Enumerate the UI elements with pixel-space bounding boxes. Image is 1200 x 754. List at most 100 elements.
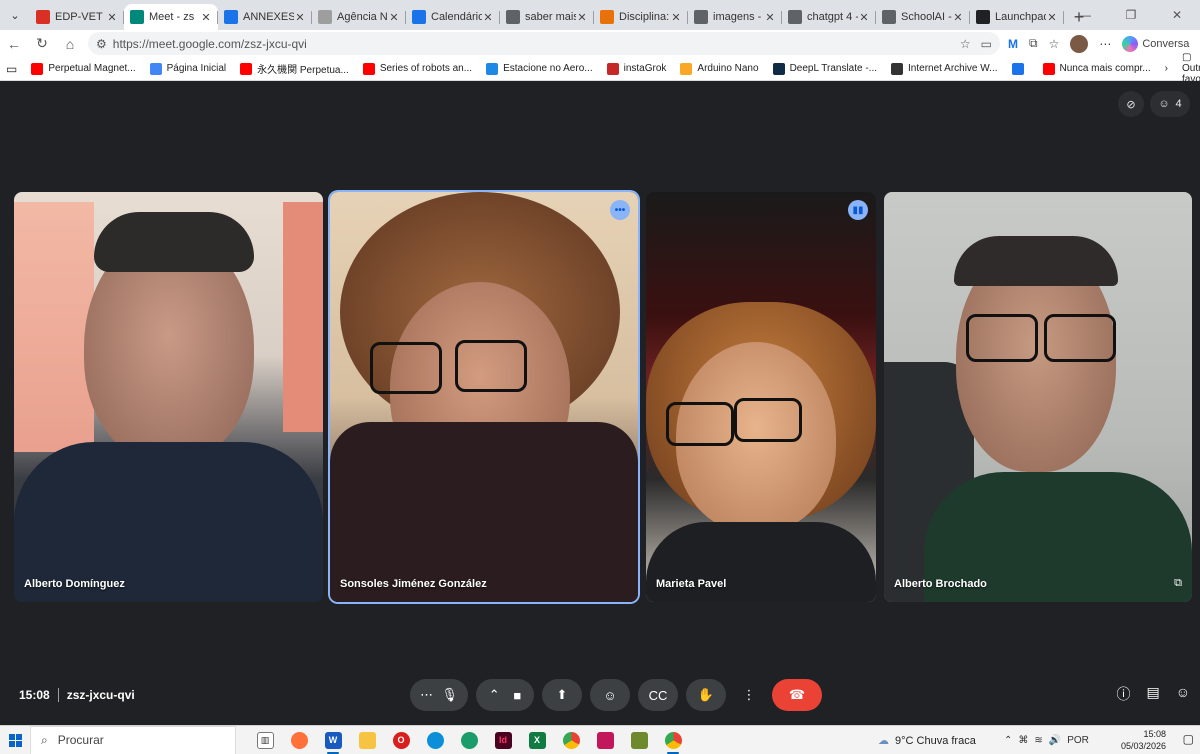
tab-close-icon[interactable]: ✕	[952, 11, 964, 24]
glasses-left	[966, 314, 1038, 362]
app-icon[interactable]	[622, 726, 656, 754]
menu-dots-icon[interactable]: ⋯	[1099, 37, 1111, 51]
browser-tab[interactable]: EDP-VET onli✕	[30, 4, 124, 30]
participant-tile[interactable]: Alberto Domínguez	[14, 192, 323, 602]
bookmark-star-icon[interactable]: ☆	[960, 37, 971, 51]
task-view-icon[interactable]: ▥	[248, 726, 282, 754]
camera-icon[interactable]: ■	[513, 688, 521, 703]
back-icon[interactable]: ←	[0, 30, 28, 57]
tab-close-icon[interactable]: ✕	[1046, 11, 1058, 24]
tab-close-icon[interactable]: ✕	[294, 11, 306, 24]
app-icon[interactable]	[588, 726, 622, 754]
address-bar[interactable]: ⚙ https://meet.google.com/zsz-jxcu-qvi ☆…	[88, 32, 1000, 55]
wifi-icon[interactable]: ≋	[1034, 735, 1042, 746]
emoji-button[interactable]: ☺	[590, 679, 630, 711]
camera-off-indicator-icon[interactable]: ⊘	[1118, 91, 1144, 117]
close-window-icon[interactable]: ✕	[1154, 0, 1200, 30]
favorites-icon[interactable]: ☆	[1049, 37, 1060, 51]
bookmark-item[interactable]: Perpetual Magnet...	[31, 62, 136, 75]
copilot-button[interactable]: Conversa	[1122, 35, 1189, 52]
bookmark-item[interactable]	[1011, 62, 1029, 75]
meeting-details-icon[interactable]: ⓘ	[1116, 684, 1130, 704]
tab-close-icon[interactable]: ✕	[576, 11, 588, 24]
firefox-icon[interactable]	[282, 726, 316, 754]
indesign-icon[interactable]: Id	[486, 726, 520, 754]
home-icon[interactable]: ⌂	[56, 30, 84, 57]
tab-close-icon[interactable]: ✕	[388, 11, 400, 24]
browser-tab[interactable]: saber mais - f✕	[500, 4, 594, 30]
more-options-icon[interactable]: •••	[610, 200, 630, 220]
weather-widget[interactable]: ☁ 9°C Chuva fraca	[878, 726, 976, 754]
browser-tab[interactable]: imagens - Pro✕	[688, 4, 782, 30]
chevron-up-icon[interactable]: ⌃	[489, 687, 500, 703]
tab-close-icon[interactable]: ✕	[106, 11, 118, 24]
bookmark-item[interactable]: Arduino Nano	[680, 62, 759, 75]
chrome-active-icon[interactable]	[656, 726, 690, 754]
bookmark-label: 永久機関 Perpetua...	[257, 65, 349, 76]
bookmark-item[interactable]: Página Inicial	[149, 62, 226, 75]
reload-icon[interactable]: ↻	[28, 30, 56, 57]
extensions-icon[interactable]: ⧉	[1029, 36, 1038, 51]
browser-tab[interactable]: Disciplina: INT✕	[594, 4, 688, 30]
edge-icon[interactable]	[418, 726, 452, 754]
opera-icon[interactable]: O	[384, 726, 418, 754]
site-info-icon[interactable]: ⚙	[96, 37, 107, 51]
bookmark-item[interactable]: Estacione no Aero...	[486, 62, 593, 75]
tab-close-icon[interactable]: ✕	[200, 11, 212, 24]
more-options-button[interactable]: ⋮	[734, 679, 764, 711]
language-indicator[interactable]: POR	[1067, 735, 1089, 746]
bookmark-item[interactable]: Nunca mais compr...	[1042, 62, 1151, 75]
participant-tile[interactable]: ▮▮ Marieta Pavel	[646, 192, 876, 602]
file-explorer-icon[interactable]	[350, 726, 384, 754]
bookmark-item[interactable]: Internet Archive W...	[891, 62, 998, 75]
chat-icon[interactable]: ▤	[1146, 684, 1159, 704]
tab-close-icon[interactable]: ✕	[764, 11, 776, 24]
captions-button[interactable]: CC	[638, 679, 678, 711]
browser-tab[interactable]: ANNEXES - G✕	[218, 4, 312, 30]
taskbar-search[interactable]: ⌕ Procurar	[30, 725, 236, 754]
start-button[interactable]	[0, 726, 30, 754]
browser-tab[interactable]: Agência Naci✕	[312, 4, 406, 30]
restore-icon[interactable]: ❐	[1108, 0, 1154, 30]
bookmark-item[interactable]: DeepL Translate -...	[772, 62, 877, 75]
collections-icon[interactable]: ▭	[6, 62, 17, 76]
browser-tab[interactable]: Calendário Go✕	[406, 4, 500, 30]
bookmark-favicon-icon	[31, 62, 44, 75]
audio-settings-icon[interactable]: ⋯	[420, 687, 433, 703]
browser-tab[interactable]: chatgpt 4 - Pe✕	[782, 4, 876, 30]
bookmark-item[interactable]: 永久機関 Perpetua...	[240, 61, 349, 76]
raise-hand-button[interactable]: ✋	[686, 679, 726, 711]
people-icon[interactable]: ☺	[1176, 684, 1190, 704]
bookmark-item[interactable]: Series of robots an...	[362, 62, 472, 75]
present-screen-button[interactable]: ⬆	[542, 679, 582, 711]
tray-overflow-icon[interactable]: ⌃	[1004, 735, 1012, 746]
notifications-icon[interactable]: ▢	[1183, 732, 1194, 746]
participant-tile-active[interactable]: ••• Sonsoles Jiménez González	[330, 192, 638, 602]
participants-indicator[interactable]: ☺ 4	[1150, 91, 1190, 117]
side-panel-controls: ⓘ ▤ ☺	[1116, 684, 1190, 704]
browser-tab[interactable]: SchoolAI - Pro✕	[876, 4, 970, 30]
leave-call-button[interactable]: ☎	[772, 679, 822, 711]
excel-icon[interactable]: X	[520, 726, 554, 754]
browser-tab[interactable]: Launchpad -✕	[970, 4, 1064, 30]
microphone-icon[interactable]: 🎙	[441, 687, 458, 703]
clock[interactable]: 15:08 05/03/2026	[1110, 728, 1166, 752]
more-bookmarks-icon[interactable]: ›	[1165, 63, 1168, 74]
participant-tile[interactable]: Alberto Brochado ⧉	[884, 192, 1192, 602]
edge-dev-icon[interactable]	[452, 726, 486, 754]
tab-search-chevron-icon[interactable]: ⌄	[0, 0, 30, 30]
browser-tab[interactable]: Meet - zs ✕	[124, 4, 218, 30]
minimize-icon[interactable]: —	[1062, 0, 1108, 30]
volume-icon[interactable]: 🔊	[1049, 735, 1061, 746]
word-icon[interactable]: W	[316, 726, 350, 754]
chrome-icon[interactable]	[554, 726, 588, 754]
extension-m-icon[interactable]: M	[1008, 37, 1018, 51]
tab-close-icon[interactable]: ✕	[670, 11, 682, 24]
tab-close-icon[interactable]: ✕	[482, 11, 494, 24]
camera-in-use-icon[interactable]: ▭	[981, 37, 992, 51]
network-icon[interactable]: ⌘	[1018, 735, 1028, 746]
tab-close-icon[interactable]: ✕	[858, 11, 870, 24]
bookmark-item[interactable]: instaGrok	[606, 62, 666, 75]
profile-avatar[interactable]	[1070, 34, 1089, 53]
pip-icon[interactable]: ⧉	[1174, 577, 1182, 590]
